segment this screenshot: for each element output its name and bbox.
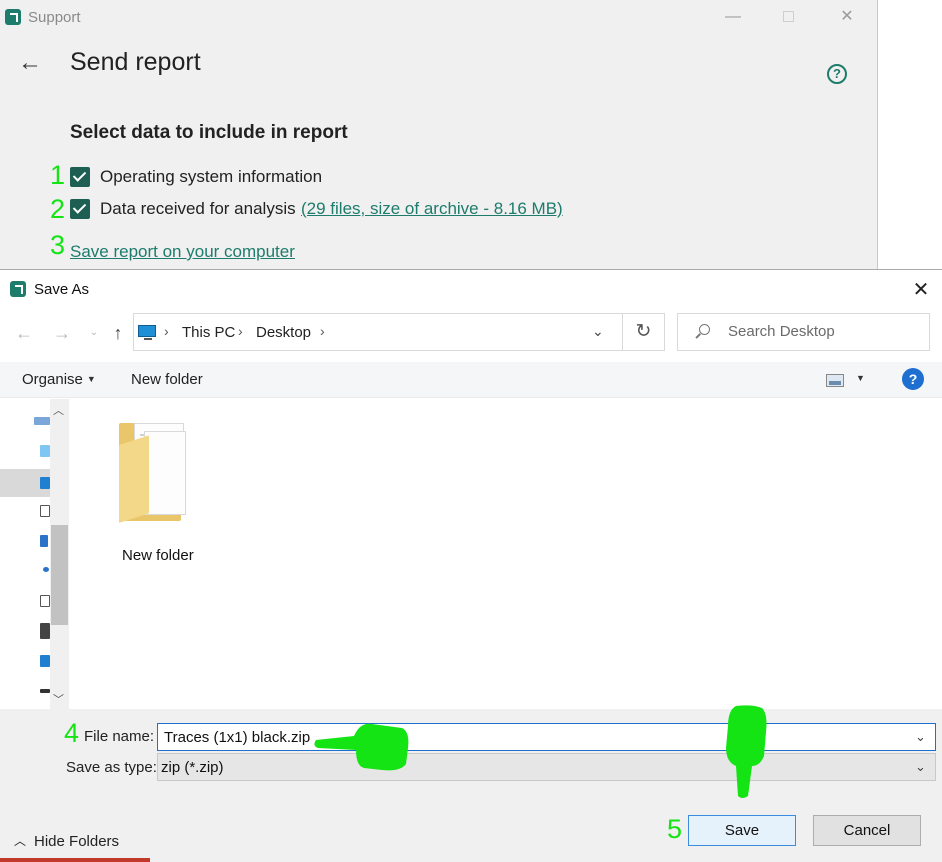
- chevron-down-icon[interactable]: ⌄: [915, 759, 926, 775]
- taskbar-edge: [0, 858, 150, 862]
- scroll-down-arrow-icon[interactable]: ﹀: [53, 691, 64, 707]
- save-report-link[interactable]: Save report on your computer: [70, 242, 295, 262]
- hide-folders-toggle[interactable]: ︿ Hide Folders: [14, 832, 119, 850]
- organise-label: Organise: [22, 371, 83, 388]
- navigation-scrollbar[interactable]: ︿ ﹀: [50, 399, 69, 709]
- search-input[interactable]: [728, 323, 923, 340]
- save-type-value: zip (*.zip): [161, 759, 224, 776]
- file-name-field[interactable]: Traces (1x1) black.zip ⌄: [157, 723, 936, 751]
- support-window: Support — ✕ ← Send report ? Select data …: [0, 0, 878, 270]
- navigation-pane[interactable]: [0, 399, 50, 709]
- support-title-bar: Support — ✕: [0, 0, 878, 34]
- chevron-down-icon[interactable]: ⌄: [915, 729, 926, 745]
- os-info-checkbox[interactable]: [70, 167, 90, 187]
- windows-drive-icon[interactable]: [40, 655, 50, 667]
- refresh-button[interactable]: ↻: [622, 313, 665, 351]
- annotation-step-5: 5: [667, 814, 683, 844]
- up-arrow-icon[interactable]: ↑: [106, 321, 130, 345]
- close-button[interactable]: ✕: [827, 4, 867, 30]
- documents-tree-icon[interactable]: [40, 505, 50, 517]
- videos-tree-icon[interactable]: [40, 623, 50, 639]
- os-info-label: Operating system information: [100, 167, 323, 186]
- analysis-data-label: Data received for analysis: [100, 199, 296, 218]
- folder-front-flap: [119, 435, 149, 523]
- forward-arrow-icon[interactable]: →: [50, 321, 74, 345]
- scrollbar-thumb[interactable]: [51, 525, 68, 625]
- help-icon[interactable]: ?: [902, 368, 924, 390]
- annotation-step-1: 1: [50, 160, 66, 190]
- app-logo-icon: [5, 9, 21, 25]
- save-button[interactable]: Save: [688, 815, 796, 846]
- breadcrumb-desktop[interactable]: Desktop: [256, 324, 311, 341]
- save-as-dialog: Save As ✕ ← → ⌄ ↑ › This PC › Desktop › …: [0, 269, 942, 862]
- cancel-button[interactable]: Cancel: [813, 815, 921, 846]
- dialog-footer: 4 File name: Traces (1x1) black.zip ⌄ Sa…: [0, 709, 942, 862]
- dialog-title: Save As: [34, 281, 90, 298]
- screen: Support — ✕ ← Send report ? Select data …: [0, 0, 942, 862]
- back-arrow-icon[interactable]: ←: [18, 49, 42, 77]
- pointing-hand-down-icon: [726, 705, 767, 798]
- search-box[interactable]: [677, 313, 930, 351]
- file-list: New folder: [72, 399, 942, 709]
- chevron-right-icon[interactable]: ›: [238, 323, 243, 339]
- caret-down-icon[interactable]: ▼: [856, 373, 865, 383]
- address-bar[interactable]: › This PC › Desktop › ⌄: [133, 313, 623, 351]
- chevron-right-icon[interactable]: ›: [164, 323, 169, 339]
- downloads-tree-icon[interactable]: [40, 535, 48, 547]
- support-window-title: Support: [28, 9, 81, 26]
- chevron-down-icon[interactable]: ⌄: [592, 323, 604, 340]
- maximize-icon: [782, 11, 794, 22]
- drive-tree-icon[interactable]: [40, 689, 50, 693]
- new-folder-button[interactable]: New folder: [131, 371, 203, 388]
- annotation-step-2: 2: [50, 194, 66, 224]
- maximize-button[interactable]: [768, 4, 808, 30]
- save-type-select[interactable]: zip (*.zip) ⌄: [157, 753, 936, 781]
- pointing-hand-left-icon: [314, 723, 409, 771]
- this-pc-icon: [138, 325, 156, 340]
- file-name-value[interactable]: Traces (1x1) black.zip: [164, 729, 310, 746]
- command-bar: Organise ▼ New folder ▼ ?: [0, 362, 942, 398]
- desktop-tree-icon[interactable]: [40, 477, 50, 489]
- hide-folders-label: Hide Folders: [34, 833, 120, 850]
- chevron-right-icon[interactable]: ›: [320, 323, 325, 339]
- help-icon[interactable]: ?: [827, 64, 847, 84]
- analysis-files-link[interactable]: (29 files, size of archive - 8.16 MB): [301, 199, 563, 219]
- annotation-step-3: 3: [50, 230, 66, 260]
- music-tree-icon[interactable]: [43, 567, 49, 572]
- section-title: Select data to include in report: [70, 122, 348, 143]
- pc-tree-icon[interactable]: [34, 417, 50, 425]
- save-type-label: Save as type:: [66, 759, 157, 776]
- chevron-up-icon: ︿: [14, 834, 27, 848]
- dialog-title-bar: Save As ✕: [0, 270, 942, 310]
- page-title: Send report: [70, 48, 201, 76]
- caret-down-icon: ▼: [86, 374, 96, 384]
- objects-3d-icon[interactable]: [40, 445, 50, 457]
- file-name-label: File name:: [84, 728, 155, 745]
- recent-locations-chevron-icon[interactable]: ⌄: [82, 321, 106, 345]
- app-logo-icon: [10, 281, 26, 297]
- analysis-data-checkbox[interactable]: [70, 199, 90, 219]
- dialog-close-button[interactable]: ✕: [907, 276, 935, 304]
- annotation-step-4: 4: [64, 718, 80, 748]
- search-icon: [695, 324, 710, 338]
- minimize-button[interactable]: —: [713, 4, 753, 30]
- view-options-icon[interactable]: [826, 374, 844, 387]
- folder-name: New folder: [122, 547, 194, 564]
- back-arrow-icon[interactable]: ←: [12, 321, 36, 345]
- pictures-tree-icon[interactable]: [40, 595, 50, 607]
- scroll-up-arrow-icon[interactable]: ︿: [53, 402, 64, 418]
- organise-menu[interactable]: Organise ▼: [22, 371, 96, 388]
- folder-preview-page: [144, 431, 186, 515]
- breadcrumb-this-pc[interactable]: This PC: [182, 324, 235, 341]
